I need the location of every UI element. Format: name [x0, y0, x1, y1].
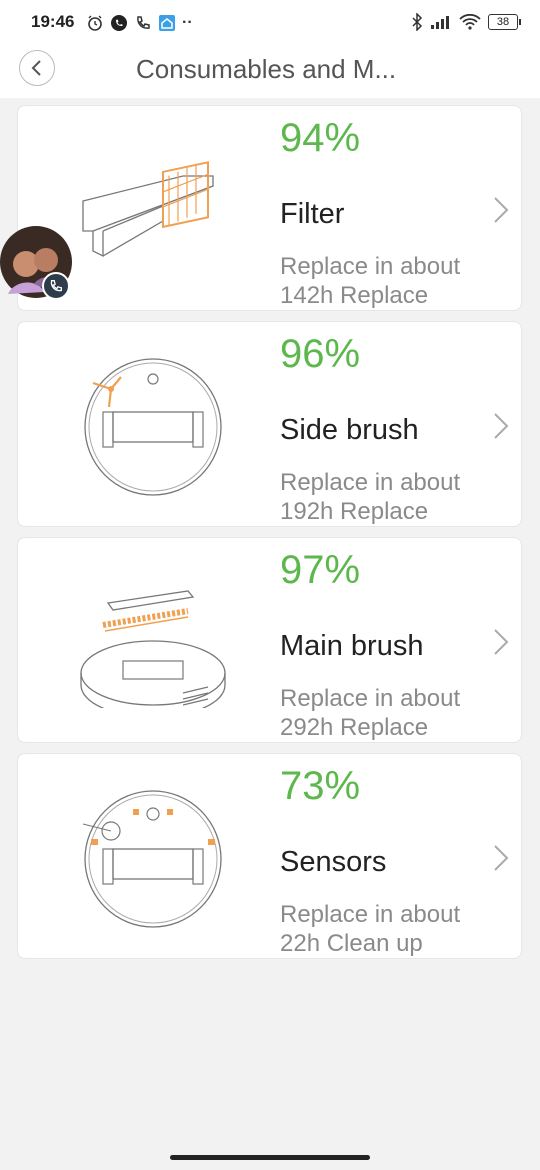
- status-system-icons: 38: [411, 11, 521, 33]
- main-brush-name: Main brush: [280, 630, 424, 662]
- sensors-replace-line1: Replace in about: [280, 901, 461, 928]
- side-brush-illustration-icon: [84, 358, 222, 496]
- consumable-card-sensors[interactable]: 73% Sensors Replace in about 22h Clean u…: [17, 753, 522, 959]
- side-brush-replace-line1: Replace in about: [280, 469, 461, 496]
- main-brush-replace-info: Replace in about 292h Replace: [280, 684, 510, 742]
- sensors-percent: 73%: [280, 764, 361, 808]
- side-brush-replace-info: Replace in about 192h Replace: [280, 468, 510, 526]
- wifi-icon: [459, 14, 481, 30]
- page-title: Consumables and M...: [136, 54, 397, 84]
- app-header: Consumables and M...: [0, 44, 540, 98]
- side-brush-name: Side brush: [280, 414, 419, 446]
- home-app-icon: [159, 15, 175, 31]
- filter-percent: 94%: [280, 116, 361, 160]
- sensors-replace-line2: 22h Clean up: [280, 930, 423, 957]
- alarm-icon: [88, 15, 102, 31]
- phone-call-icon: [137, 16, 150, 29]
- main-brush-replace-line1: Replace in about: [280, 685, 461, 712]
- battery-level: 38: [496, 16, 510, 28]
- sensors-illustration-icon: [82, 790, 222, 928]
- filter-replace-info: Replace in about 142h Replace: [280, 252, 510, 310]
- filter-replace-line1: Replace in about: [280, 253, 461, 280]
- main-brush-percent: 97%: [280, 548, 361, 592]
- sensors-name: Sensors: [280, 846, 387, 878]
- phone-call-icon: [50, 280, 62, 292]
- consumable-card-main-brush[interactable]: 97% Main brush Replace in about 292h Rep…: [17, 537, 522, 743]
- filter-replace-line2: 142h Replace: [280, 282, 429, 309]
- chevron-right-icon: [494, 197, 509, 223]
- call-badge[interactable]: [42, 272, 70, 300]
- side-brush-replace-line2: 192h Replace: [280, 498, 429, 525]
- back-button[interactable]: [19, 50, 55, 86]
- main-brush-illustration-icon: [80, 590, 226, 708]
- consumable-card-side-brush[interactable]: 96% Side brush Replace in about 192h Rep…: [17, 321, 522, 527]
- more-notifications-icon: ··: [182, 14, 193, 31]
- bluetooth-icon: [412, 13, 423, 31]
- status-notification-icons: ··: [86, 12, 193, 34]
- signal-icon: [431, 16, 449, 29]
- chevron-right-icon: [494, 413, 509, 439]
- consumable-card-filter[interactable]: 94% Filter Replace in about 142h Replace: [17, 105, 522, 311]
- main-brush-replace-line2: 292h Replace: [280, 714, 429, 741]
- side-brush-percent: 96%: [280, 332, 361, 376]
- chevron-left-icon: [31, 60, 41, 76]
- filter-name: Filter: [280, 198, 345, 230]
- chevron-right-icon: [494, 629, 509, 655]
- chevron-right-icon: [494, 845, 509, 871]
- home-indicator[interactable]: [170, 1155, 370, 1160]
- sensors-replace-info: Replace in about 22h Clean up: [280, 900, 510, 958]
- battery-icon: 38: [488, 14, 521, 30]
- status-time: 19:46: [31, 12, 75, 31]
- filter-illustration-icon: [82, 161, 214, 258]
- status-bar: 19:46 ·· 38: [0, 0, 540, 44]
- whatsapp-icon: [111, 15, 127, 31]
